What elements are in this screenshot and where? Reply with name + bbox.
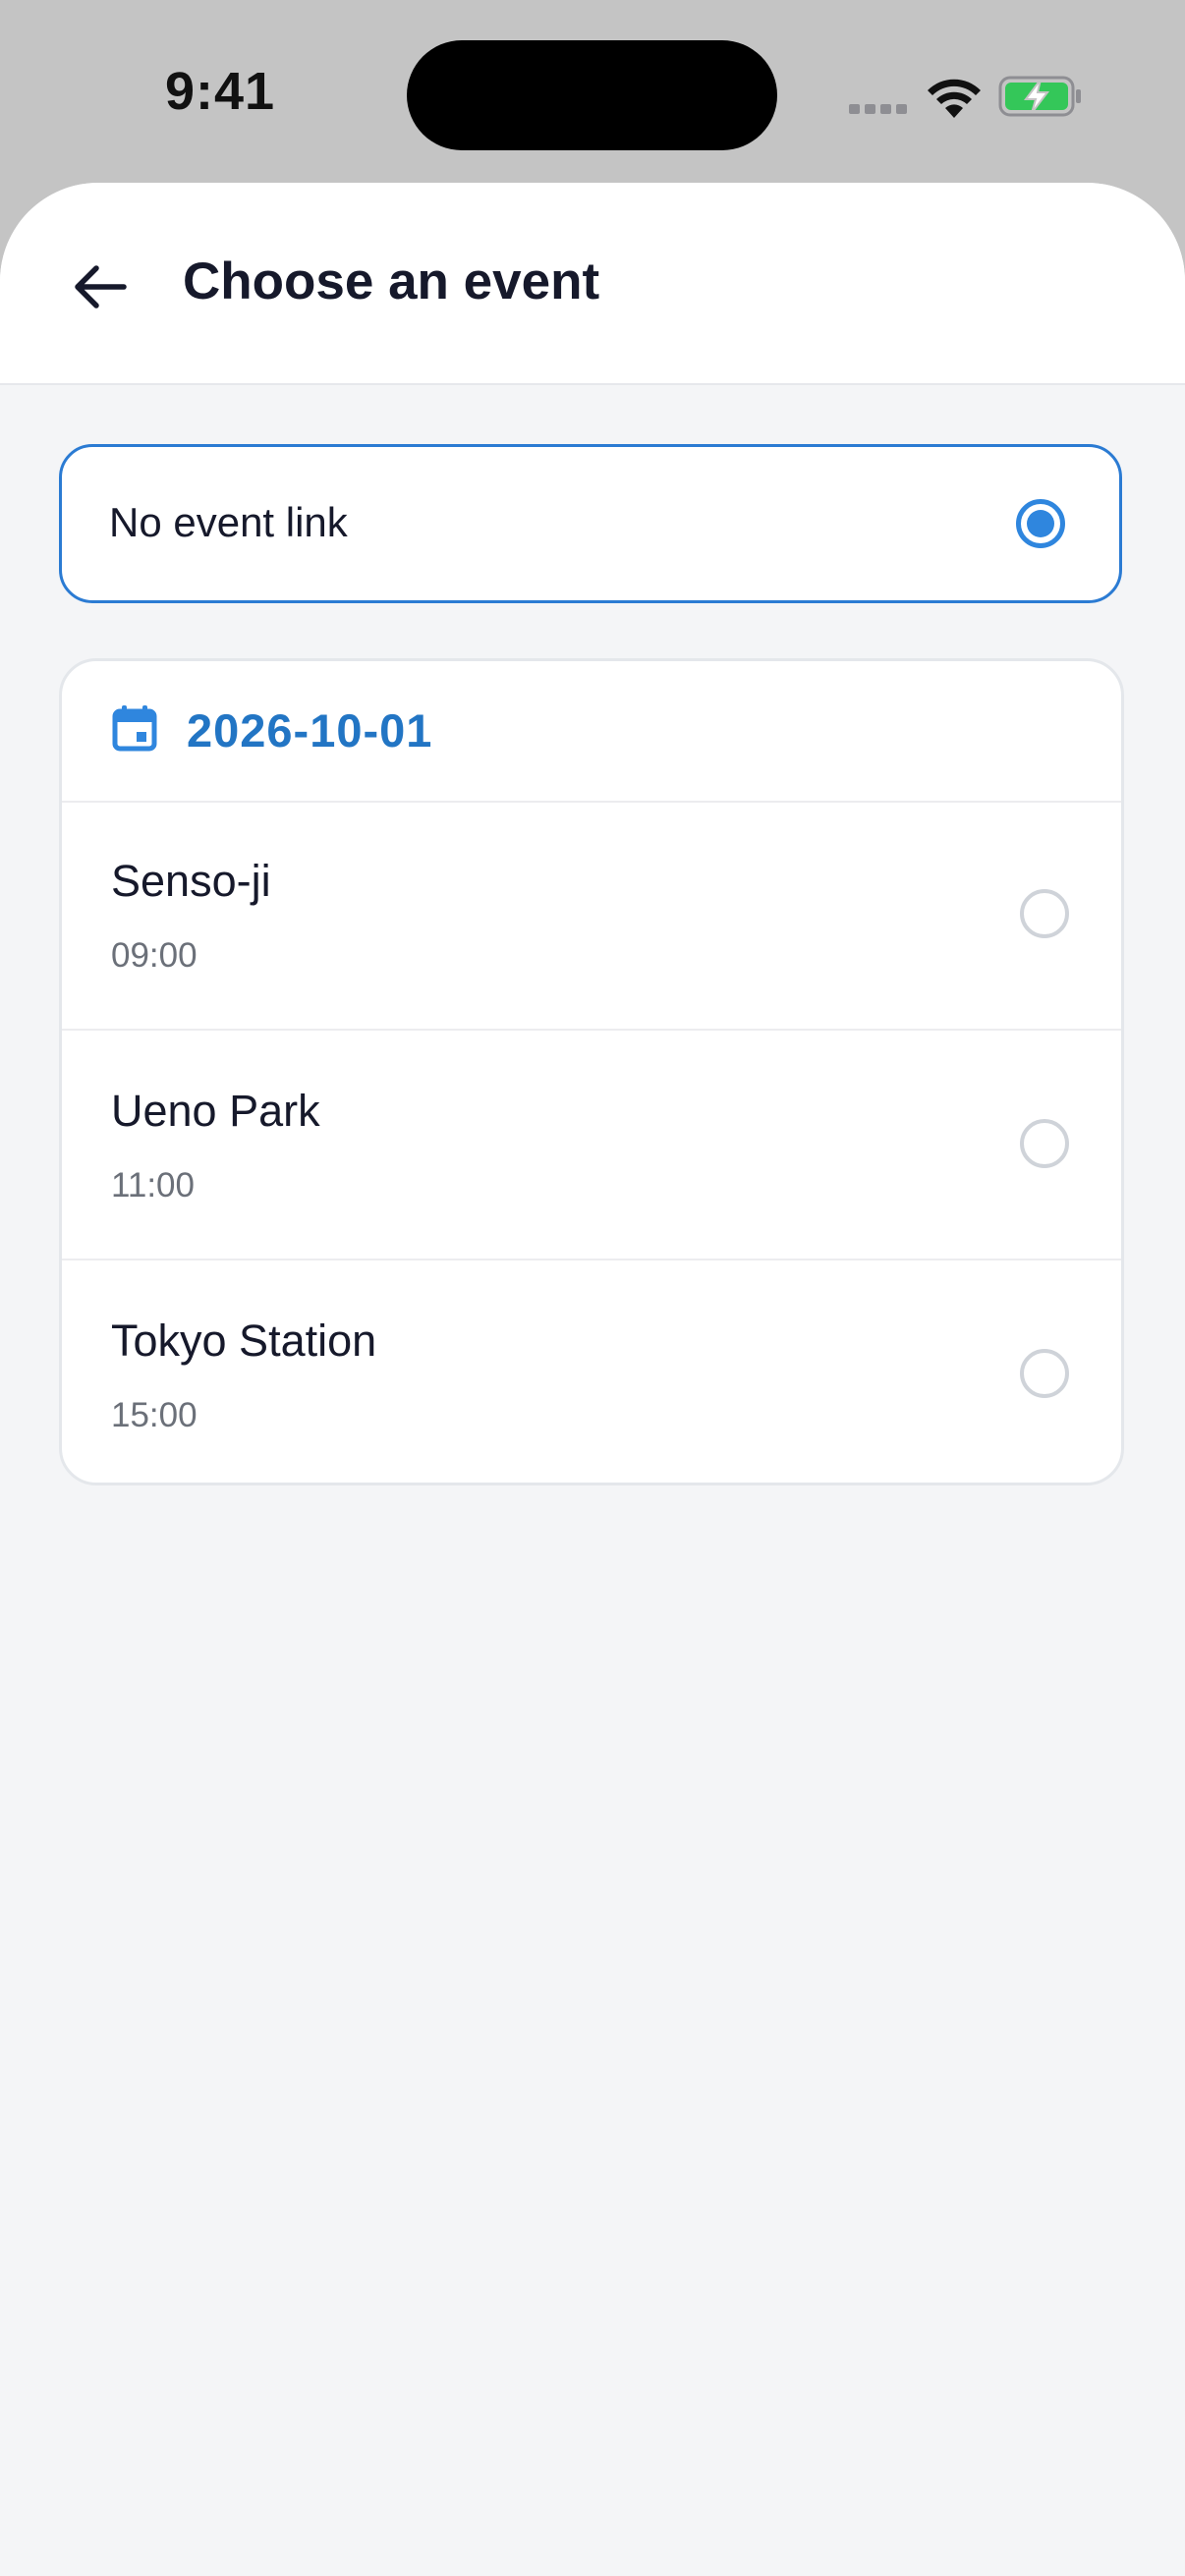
event-picker-sheet: Choose an event No event link 2026-10-01… bbox=[0, 183, 1185, 2576]
event-row-senso-ji[interactable]: Senso-ji 09:00 bbox=[62, 801, 1121, 1031]
no-event-link-radio[interactable] bbox=[1016, 499, 1065, 548]
event-group-card: 2026-10-01 Senso-ji 09:00 Ueno Park 11:0… bbox=[59, 658, 1124, 1485]
event-radio[interactable] bbox=[1020, 889, 1069, 938]
event-row-tokyo-station[interactable]: Tokyo Station 15:00 bbox=[62, 1260, 1121, 1483]
status-bar: 9:41 bbox=[0, 0, 1185, 183]
event-name: Ueno Park bbox=[111, 1086, 320, 1136]
event-time: 15:00 bbox=[111, 1396, 198, 1434]
event-time: 11:00 bbox=[111, 1166, 195, 1204]
event-date: 2026-10-01 bbox=[187, 704, 433, 756]
no-event-link-option[interactable]: No event link bbox=[59, 444, 1122, 603]
event-time: 09:00 bbox=[111, 936, 198, 975]
dynamic-island bbox=[407, 40, 777, 150]
date-header: 2026-10-01 bbox=[62, 661, 1121, 803]
status-time: 9:41 bbox=[165, 62, 276, 121]
no-event-link-label: No event link bbox=[109, 499, 348, 545]
event-radio[interactable] bbox=[1020, 1349, 1069, 1398]
event-row-ueno-park[interactable]: Ueno Park 11:00 bbox=[62, 1031, 1121, 1260]
signal-icon bbox=[849, 104, 907, 114]
event-name: Tokyo Station bbox=[111, 1316, 377, 1366]
wifi-icon bbox=[928, 79, 981, 118]
arrow-left-icon bbox=[75, 265, 127, 308]
sheet-header: Choose an event bbox=[0, 183, 1185, 385]
calendar-icon bbox=[112, 705, 157, 752]
event-radio[interactable] bbox=[1020, 1119, 1069, 1168]
event-name: Senso-ji bbox=[111, 856, 271, 906]
battery-charging-icon bbox=[998, 76, 1081, 117]
back-button[interactable] bbox=[61, 248, 140, 326]
page-title: Choose an event bbox=[183, 252, 600, 310]
